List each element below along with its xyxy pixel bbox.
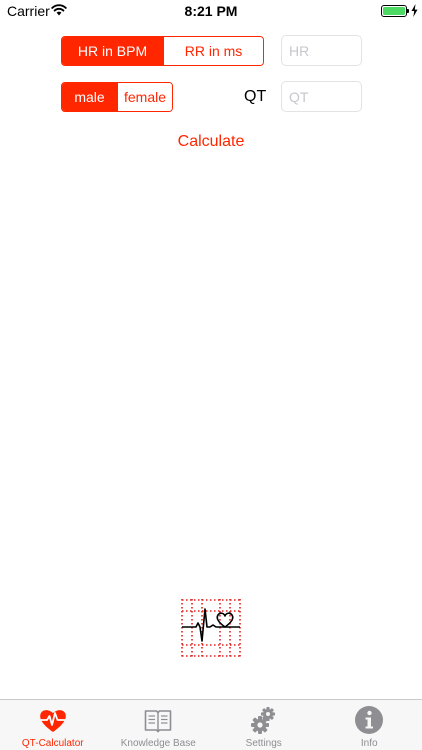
segment-male[interactable]: male xyxy=(62,83,117,111)
charging-bolt-icon xyxy=(411,4,418,17)
sex-segmented-control: male female xyxy=(61,82,173,112)
qt-input[interactable] xyxy=(281,81,362,112)
segment-hr-bpm[interactable]: HR in BPM xyxy=(62,37,163,65)
qt-label: QT xyxy=(244,88,267,105)
segment-female[interactable]: female xyxy=(117,83,172,111)
tab-label: Knowledge Base xyxy=(120,738,196,749)
battery-level xyxy=(383,7,405,15)
tab-label: QT-Calculator xyxy=(21,738,84,749)
tab-bar: QT-Calculator Knowledge Base Settings In… xyxy=(0,699,422,750)
battery-tip xyxy=(407,9,409,13)
tab-info[interactable]: Info xyxy=(317,700,422,750)
ecg-heart-logo xyxy=(181,599,241,659)
status-bar: Carrier 8:21 PM xyxy=(0,0,422,22)
book-icon xyxy=(144,710,172,733)
tab-knowledge-base[interactable]: Knowledge Base xyxy=(106,700,212,750)
calculate-button[interactable]: Calculate xyxy=(160,131,262,153)
tab-settings[interactable]: Settings xyxy=(211,700,317,750)
tab-qt-calculator[interactable]: QT-Calculator xyxy=(0,700,106,750)
heart-pulse-icon xyxy=(39,710,66,732)
battery-icon xyxy=(381,5,407,17)
info-icon xyxy=(355,706,384,734)
tab-label: Info xyxy=(360,738,378,749)
hr-input[interactable] xyxy=(281,35,362,66)
gear-icon xyxy=(250,707,275,734)
tab-label: Settings xyxy=(245,738,282,749)
status-time: 8:21 PM xyxy=(184,3,238,19)
units-segmented-control: HR in BPM RR in ms xyxy=(61,36,264,66)
segment-rr-ms[interactable]: RR in ms xyxy=(163,37,263,65)
